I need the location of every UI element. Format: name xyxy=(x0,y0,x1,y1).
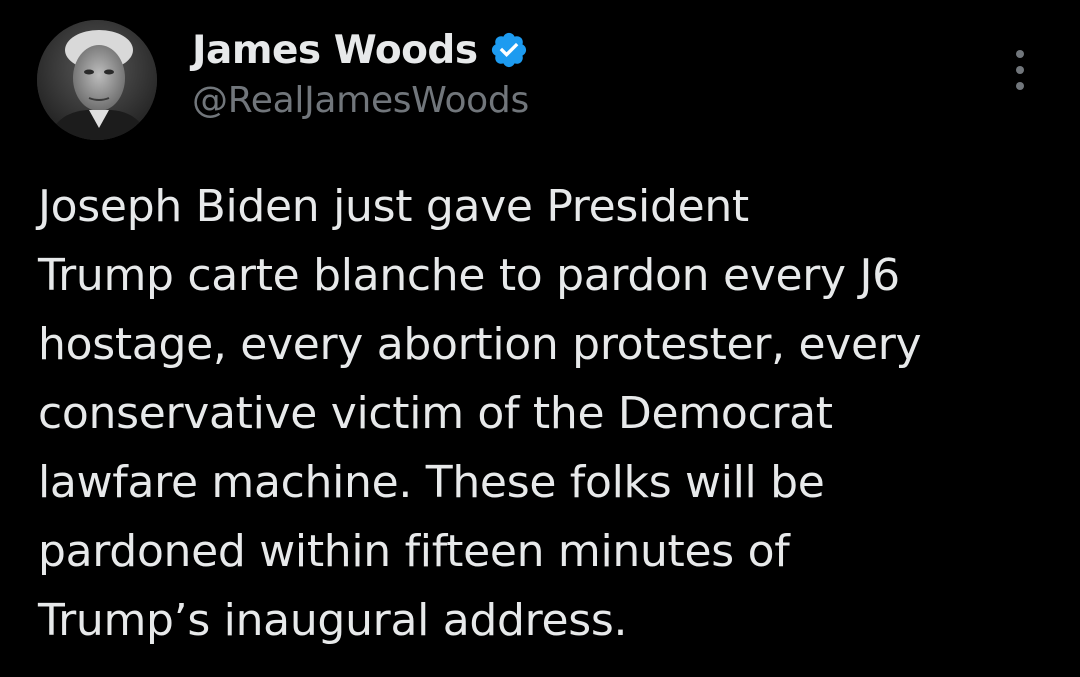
avatar-photo xyxy=(37,20,157,140)
tweet-line: Joseph Biden just gave President xyxy=(38,181,749,232)
author-avatar[interactable] xyxy=(37,20,157,140)
dot xyxy=(1016,82,1024,90)
author-handle[interactable]: @RealJamesWoods xyxy=(192,80,529,121)
dot xyxy=(1016,66,1024,74)
tweet-line: Trump carte blanche to pardon every J6 xyxy=(38,250,900,301)
author-display-name[interactable]: James Woods xyxy=(192,28,478,73)
name-row: James Woods xyxy=(192,24,529,76)
verified-badge-icon xyxy=(489,30,529,70)
dot xyxy=(1016,50,1024,58)
more-options-icon[interactable] xyxy=(1008,50,1032,90)
tweet-line: pardoned within fifteen minutes of xyxy=(38,526,790,577)
tweet-card: James Woods @RealJamesWoods Joseph Biden… xyxy=(0,0,1080,677)
author-info: James Woods @RealJamesWoods xyxy=(192,24,529,122)
tweet-text: Joseph Biden just gave President Trump c… xyxy=(38,172,1048,655)
tweet-line: hostage, every abortion protester, every xyxy=(38,319,922,370)
tweet-line: conservative victim of the Democrat xyxy=(38,388,833,439)
tweet-line: Trump’s inaugural address. xyxy=(38,595,628,646)
tweet-line: lawfare machine. These folks will be xyxy=(38,457,825,508)
